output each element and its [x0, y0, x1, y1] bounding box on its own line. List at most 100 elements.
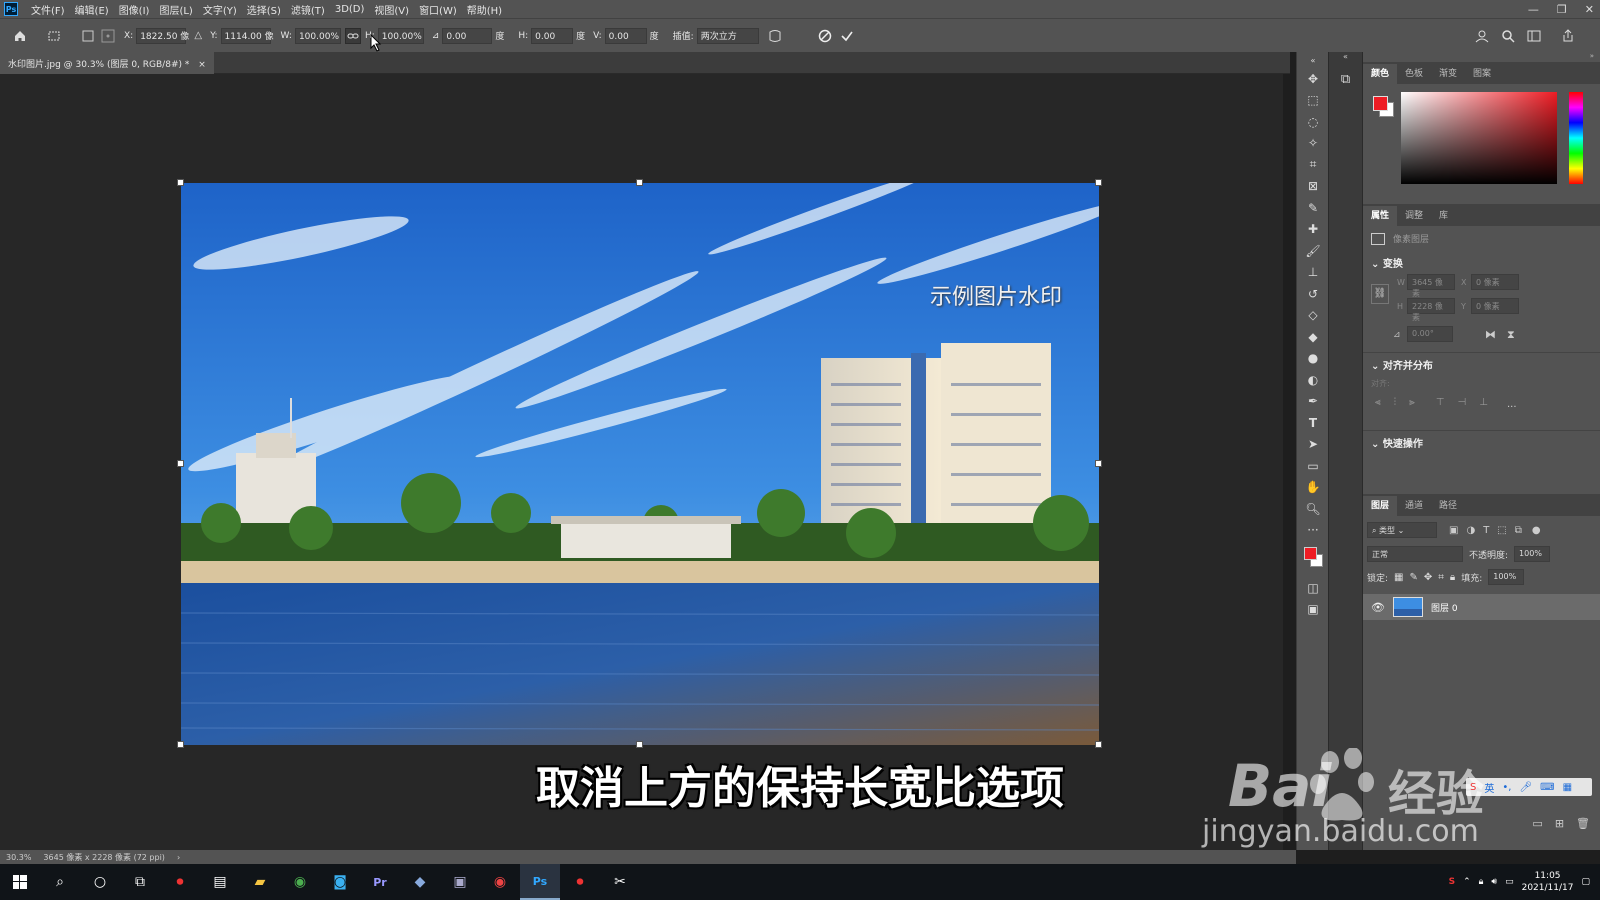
share-icon[interactable]	[1560, 28, 1576, 44]
height-percent-input[interactable]: 100.00%	[377, 27, 424, 44]
frame-tool-icon[interactable]: ⊠	[1297, 176, 1329, 198]
app-icon-2[interactable]: ▤	[200, 864, 240, 900]
new-group-icon[interactable]: ▭	[1532, 817, 1542, 830]
magic-wand-tool-icon[interactable]: ✧	[1297, 133, 1329, 155]
opacity-input[interactable]: 100%	[1514, 546, 1551, 562]
lock-image-icon[interactable]: ✎	[1410, 572, 1418, 583]
menu-layer[interactable]: 图层(L)	[154, 2, 197, 17]
clone-stamp-tool-icon[interactable]: ⊥	[1297, 262, 1329, 284]
menu-select[interactable]: 选择(S)	[242, 2, 286, 17]
menu-edit[interactable]: 编辑(E)	[70, 2, 114, 17]
tab-channels[interactable]: 通道	[1397, 496, 1431, 516]
notification-icon[interactable]: ▢	[1581, 877, 1590, 887]
lock-transparent-icon[interactable]: ▦	[1394, 572, 1403, 583]
align-top-icon[interactable]: ⊤	[1436, 397, 1445, 408]
file-explorer-icon[interactable]: ▰	[240, 864, 280, 900]
menu-help[interactable]: 帮助(H)	[462, 2, 507, 17]
flip-horizontal-icon[interactable]: ⧓	[1485, 328, 1496, 341]
align-middle-v-icon[interactable]: ⊣	[1458, 397, 1467, 408]
tab-paths[interactable]: 路径	[1431, 496, 1465, 516]
delete-layer-icon[interactable]: 🗑︎	[1576, 817, 1590, 830]
new-layer-icon[interactable]: ⊞	[1555, 817, 1564, 830]
fill-input[interactable]: 100%	[1488, 569, 1525, 585]
menu-3d[interactable]: 3D(D)	[330, 4, 370, 15]
horizontal-skew-input[interactable]: 0.00	[531, 27, 574, 44]
filter-smart-icon[interactable]: ⧉	[1515, 525, 1522, 536]
transform-handle-top-left[interactable]	[177, 179, 184, 186]
move-tool-icon[interactable]: ✥	[1297, 68, 1329, 90]
collapse-panels-icon[interactable]: «	[1329, 52, 1362, 68]
type-tool-icon[interactable]: T	[1297, 412, 1329, 434]
reference-point-grid-icon[interactable]	[100, 28, 116, 44]
tab-adjustments[interactable]: 调整	[1397, 206, 1431, 226]
lock-all-icon[interactable]: 🔒︎	[1450, 572, 1455, 583]
tab-color[interactable]: 颜色	[1363, 64, 1398, 84]
more-tools-icon[interactable]: ···	[1297, 520, 1329, 542]
cortana-icon[interactable]: ○	[80, 864, 120, 900]
visibility-eye-icon[interactable]: 👁︎	[1371, 601, 1385, 614]
prop-y-input[interactable]: 0 像素	[1471, 298, 1519, 314]
prop-x-input[interactable]: 0 像素	[1471, 274, 1519, 290]
crop-tool-icon[interactable]: ⌗	[1297, 154, 1329, 176]
more-align-options-icon[interactable]: ···	[1507, 402, 1517, 413]
clock-date[interactable]: 2021/11/17	[1522, 882, 1574, 894]
transform-handle-top-center[interactable]	[636, 179, 643, 186]
transform-tool-icon[interactable]	[46, 28, 62, 44]
minimize-button[interactable]: —	[1528, 3, 1539, 16]
pen-tool-icon[interactable]: ✒	[1297, 391, 1329, 413]
app-icon-5[interactable]: ◙	[320, 864, 360, 900]
layer-row[interactable]: 👁︎ 图层 0	[1363, 594, 1600, 620]
menu-file[interactable]: 文件(F)	[26, 2, 70, 17]
menu-image[interactable]: 图像(I)	[114, 2, 155, 17]
windows-start-icon[interactable]	[0, 864, 40, 900]
capcut-icon[interactable]: ✂	[600, 864, 640, 900]
collapse-icon[interactable]: «	[1297, 52, 1329, 68]
filter-pixel-icon[interactable]: ▣	[1449, 525, 1458, 536]
quick-actions-title[interactable]: ⌄ 快速操作	[1363, 431, 1600, 454]
vertical-skew-input[interactable]: 0.00	[604, 27, 647, 44]
align-bottom-icon[interactable]: ⊥	[1479, 397, 1488, 408]
cancel-transform-icon[interactable]	[817, 28, 833, 44]
document-tab-close-icon[interactable]: ×	[198, 60, 206, 70]
menu-window[interactable]: 窗口(W)	[414, 2, 462, 17]
quick-mask-icon[interactable]: ◫	[1297, 577, 1329, 599]
transform-handle-top-right[interactable]	[1095, 179, 1102, 186]
screen-mode-icon[interactable]: ▣	[1297, 599, 1329, 621]
filter-shape-icon[interactable]: ⬚	[1497, 525, 1506, 536]
transform-section-title[interactable]: ⌄ 变换	[1363, 251, 1600, 274]
prop-width-input[interactable]: 3645 像素	[1407, 274, 1455, 298]
transform-handle-middle-left[interactable]	[177, 460, 184, 467]
hand-tool-icon[interactable]: ✋	[1297, 477, 1329, 499]
prop-angle-input[interactable]: 0.00°	[1407, 326, 1453, 342]
hue-slider[interactable]	[1569, 92, 1583, 184]
menu-type[interactable]: 文字(Y)	[198, 2, 242, 17]
zoom-level[interactable]: 30.3%	[6, 853, 31, 862]
history-brush-tool-icon[interactable]: ↺	[1297, 283, 1329, 305]
premiere-icon[interactable]: Pr	[360, 864, 400, 900]
y-position-input[interactable]: 1114.00 像	[220, 27, 274, 44]
recorder-app-icon[interactable]: ⏺	[160, 864, 200, 900]
app-icon-8[interactable]: ▣	[440, 864, 480, 900]
prop-height-input[interactable]: 2228 像素	[1407, 298, 1455, 322]
history-panel-icon[interactable]: ⧉	[1329, 72, 1362, 87]
link-aspect-ratio-icon[interactable]	[344, 27, 361, 44]
blend-mode-select[interactable]: 正常	[1367, 546, 1463, 562]
lock-position-icon[interactable]: ✥	[1424, 572, 1432, 583]
color-field[interactable]	[1401, 92, 1557, 184]
path-selection-tool-icon[interactable]: ➤	[1297, 434, 1329, 456]
close-window-button[interactable]: ✕	[1585, 3, 1594, 16]
screen-recorder-icon[interactable]: ⏺	[560, 864, 600, 900]
volume-icon[interactable]: 🔊︎	[1491, 877, 1497, 887]
eraser-tool-icon[interactable]: ◇	[1297, 305, 1329, 327]
warp-mode-icon[interactable]	[767, 28, 783, 44]
filter-toggle-icon[interactable]: ●	[1532, 525, 1541, 536]
zoom-tool-icon[interactable]: 🔍︎	[1297, 498, 1329, 520]
commit-transform-icon[interactable]	[839, 28, 855, 44]
canvas-image[interactable]: 示例图片水印	[181, 183, 1099, 745]
brush-tool-icon[interactable]: 🖌	[1297, 240, 1329, 262]
search-icon[interactable]	[1500, 28, 1516, 44]
color-swatches-icon[interactable]	[1297, 541, 1329, 577]
link-proportions-icon[interactable]: ⛓	[1371, 284, 1389, 304]
network-icon[interactable]: ▭	[1505, 877, 1514, 887]
document-tab[interactable]: 水印图片.jpg @ 30.3% (图层 0, RGB/8#) * ×	[0, 52, 214, 74]
